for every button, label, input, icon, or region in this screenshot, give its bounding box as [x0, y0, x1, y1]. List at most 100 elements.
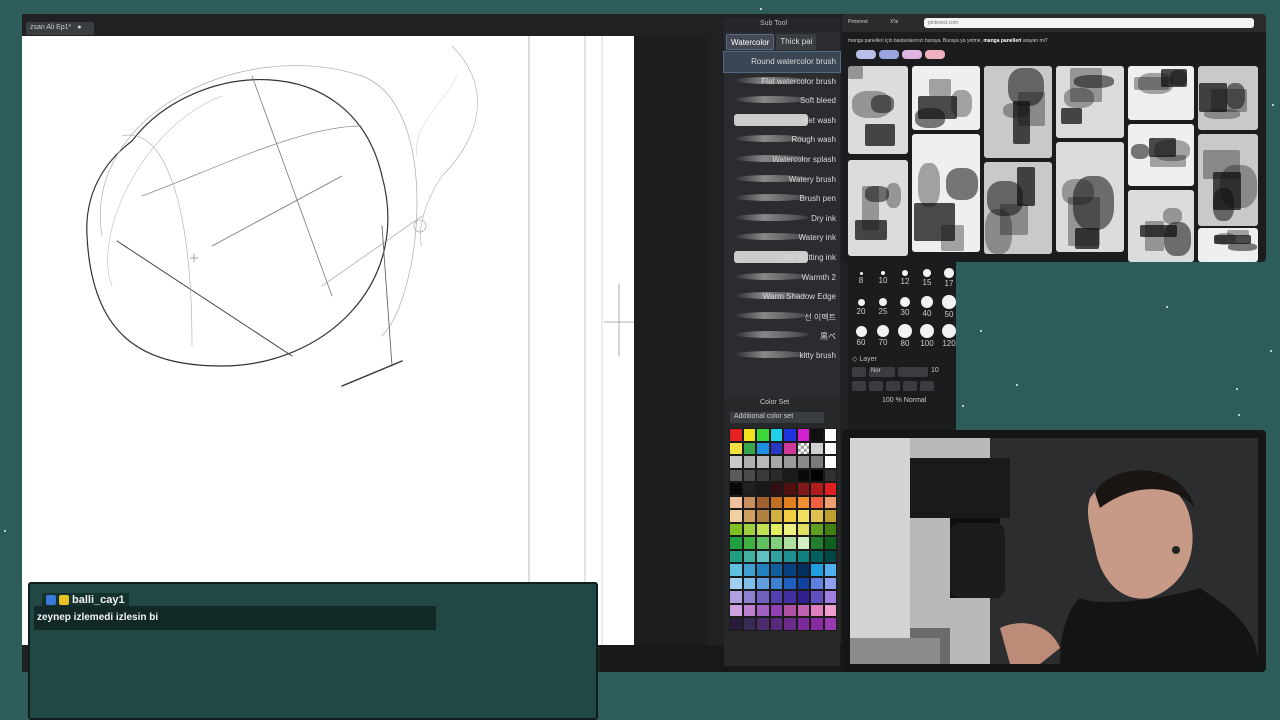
color-swatch[interactable]: [823, 509, 837, 523]
color-swatch[interactable]: [729, 441, 743, 455]
color-swatch[interactable]: [769, 549, 783, 563]
color-swatch[interactable]: [742, 549, 756, 563]
color-swatch[interactable]: [796, 509, 810, 523]
brush-size-option[interactable]: 12: [894, 266, 916, 295]
color-swatch[interactable]: [810, 441, 824, 455]
color-swatch[interactable]: [783, 482, 797, 496]
color-swatch[interactable]: [796, 617, 810, 631]
color-swatch[interactable]: [742, 522, 756, 536]
brush-item[interactable]: kitty brush: [724, 346, 840, 366]
color-swatch[interactable]: [756, 522, 770, 536]
color-swatch[interactable]: [796, 495, 810, 509]
blend-mode-select[interactable]: Nor: [869, 367, 895, 377]
manga-thumbnail[interactable]: [848, 160, 908, 256]
manga-thumbnail[interactable]: [984, 162, 1052, 254]
color-swatch[interactable]: [769, 482, 783, 496]
color-swatch[interactable]: [783, 441, 797, 455]
color-swatch[interactable]: [796, 549, 810, 563]
color-swatch[interactable]: [783, 590, 797, 604]
color-swatch[interactable]: [742, 455, 756, 469]
brush-size-option[interactable]: 17: [938, 266, 960, 295]
tab-watercolor[interactable]: Watercolor: [726, 34, 775, 50]
manga-thumbnail[interactable]: [848, 66, 908, 154]
tab-thick-paint[interactable]: Thick pai: [776, 34, 817, 50]
color-swatch[interactable]: [742, 428, 756, 442]
color-swatch[interactable]: [756, 563, 770, 577]
color-swatch[interactable]: [796, 455, 810, 469]
manga-thumbnail[interactable]: [1198, 228, 1258, 262]
color-swatch[interactable]: [756, 468, 770, 482]
color-swatch[interactable]: [729, 495, 743, 509]
color-swatch[interactable]: [742, 576, 756, 590]
color-swatch[interactable]: [769, 468, 783, 482]
brush-item[interactable]: 黒ペ: [724, 326, 840, 346]
color-swatch[interactable]: [729, 576, 743, 590]
color-swatch[interactable]: [729, 617, 743, 631]
color-swatch[interactable]: [796, 482, 810, 496]
drawing-canvas[interactable]: [22, 36, 634, 645]
manga-thumbnail[interactable]: [984, 66, 1052, 158]
manga-thumbnail[interactable]: [912, 134, 980, 252]
layer-tool-button[interactable]: [903, 381, 917, 391]
color-swatch[interactable]: [783, 576, 797, 590]
color-swatch[interactable]: [756, 536, 770, 550]
transparent-swatch[interactable]: [796, 441, 810, 455]
color-swatch[interactable]: [769, 428, 783, 442]
color-swatch[interactable]: [729, 455, 743, 469]
color-swatch[interactable]: [823, 576, 837, 590]
brush-item[interactable]: Soft bleed: [724, 91, 840, 111]
opacity-slider[interactable]: [898, 367, 928, 377]
color-swatch[interactable]: [756, 455, 770, 469]
filter-chip[interactable]: [902, 50, 922, 59]
color-swatch[interactable]: [756, 495, 770, 509]
color-swatch[interactable]: [769, 617, 783, 631]
color-swatch[interactable]: [756, 509, 770, 523]
color-swatch[interactable]: [823, 441, 837, 455]
brush-item[interactable]: Warm Shadow Edge: [724, 287, 840, 307]
color-swatch[interactable]: [783, 468, 797, 482]
color-swatch[interactable]: [810, 590, 824, 604]
color-swatch[interactable]: [796, 576, 810, 590]
color-swatch[interactable]: [769, 455, 783, 469]
manga-thumbnail[interactable]: [1198, 134, 1258, 226]
color-swatch[interactable]: [796, 603, 810, 617]
brush-item[interactable]: Dry ink: [724, 209, 840, 229]
manga-thumbnail[interactable]: [1128, 124, 1194, 186]
brush-size-option[interactable]: 8: [850, 266, 872, 295]
brush-item[interactable]: Watercolor splash: [724, 150, 840, 170]
color-swatch[interactable]: [823, 428, 837, 442]
color-swatch[interactable]: [769, 536, 783, 550]
color-swatch[interactable]: [783, 617, 797, 631]
color-swatch[interactable]: [783, 563, 797, 577]
color-swatch[interactable]: [810, 617, 824, 631]
color-swatch[interactable]: [823, 468, 837, 482]
filter-chip[interactable]: [925, 50, 945, 59]
color-swatch[interactable]: [796, 468, 810, 482]
color-swatch[interactable]: [742, 468, 756, 482]
brush-item[interactable]: Round watercolor brush: [723, 51, 841, 73]
brush-size-option[interactable]: 60: [850, 324, 872, 353]
filter-chip[interactable]: [879, 50, 899, 59]
color-swatch[interactable]: [796, 536, 810, 550]
color-swatch[interactable]: [823, 549, 837, 563]
color-swatch[interactable]: [769, 509, 783, 523]
color-swatch[interactable]: [742, 590, 756, 604]
brush-size-option[interactable]: 70: [872, 324, 894, 353]
color-swatch[interactable]: [742, 617, 756, 631]
layer-tool-button[interactable]: [920, 381, 934, 391]
color-swatch[interactable]: [783, 549, 797, 563]
color-swatch[interactable]: [783, 509, 797, 523]
color-swatch[interactable]: [823, 603, 837, 617]
color-swatch[interactable]: [823, 536, 837, 550]
brush-item[interactable]: Wet blotting ink: [724, 248, 840, 268]
color-swatch[interactable]: [742, 509, 756, 523]
color-swatch[interactable]: [729, 509, 743, 523]
brush-size-option[interactable]: 25: [872, 295, 894, 324]
color-swatch[interactable]: [742, 536, 756, 550]
color-swatch[interactable]: [769, 563, 783, 577]
color-swatch[interactable]: [742, 603, 756, 617]
brush-item[interactable]: Rough wash: [724, 130, 840, 150]
document-tab-close[interactable]: ●: [77, 24, 81, 31]
color-swatch[interactable]: [823, 495, 837, 509]
color-swatch[interactable]: [796, 590, 810, 604]
